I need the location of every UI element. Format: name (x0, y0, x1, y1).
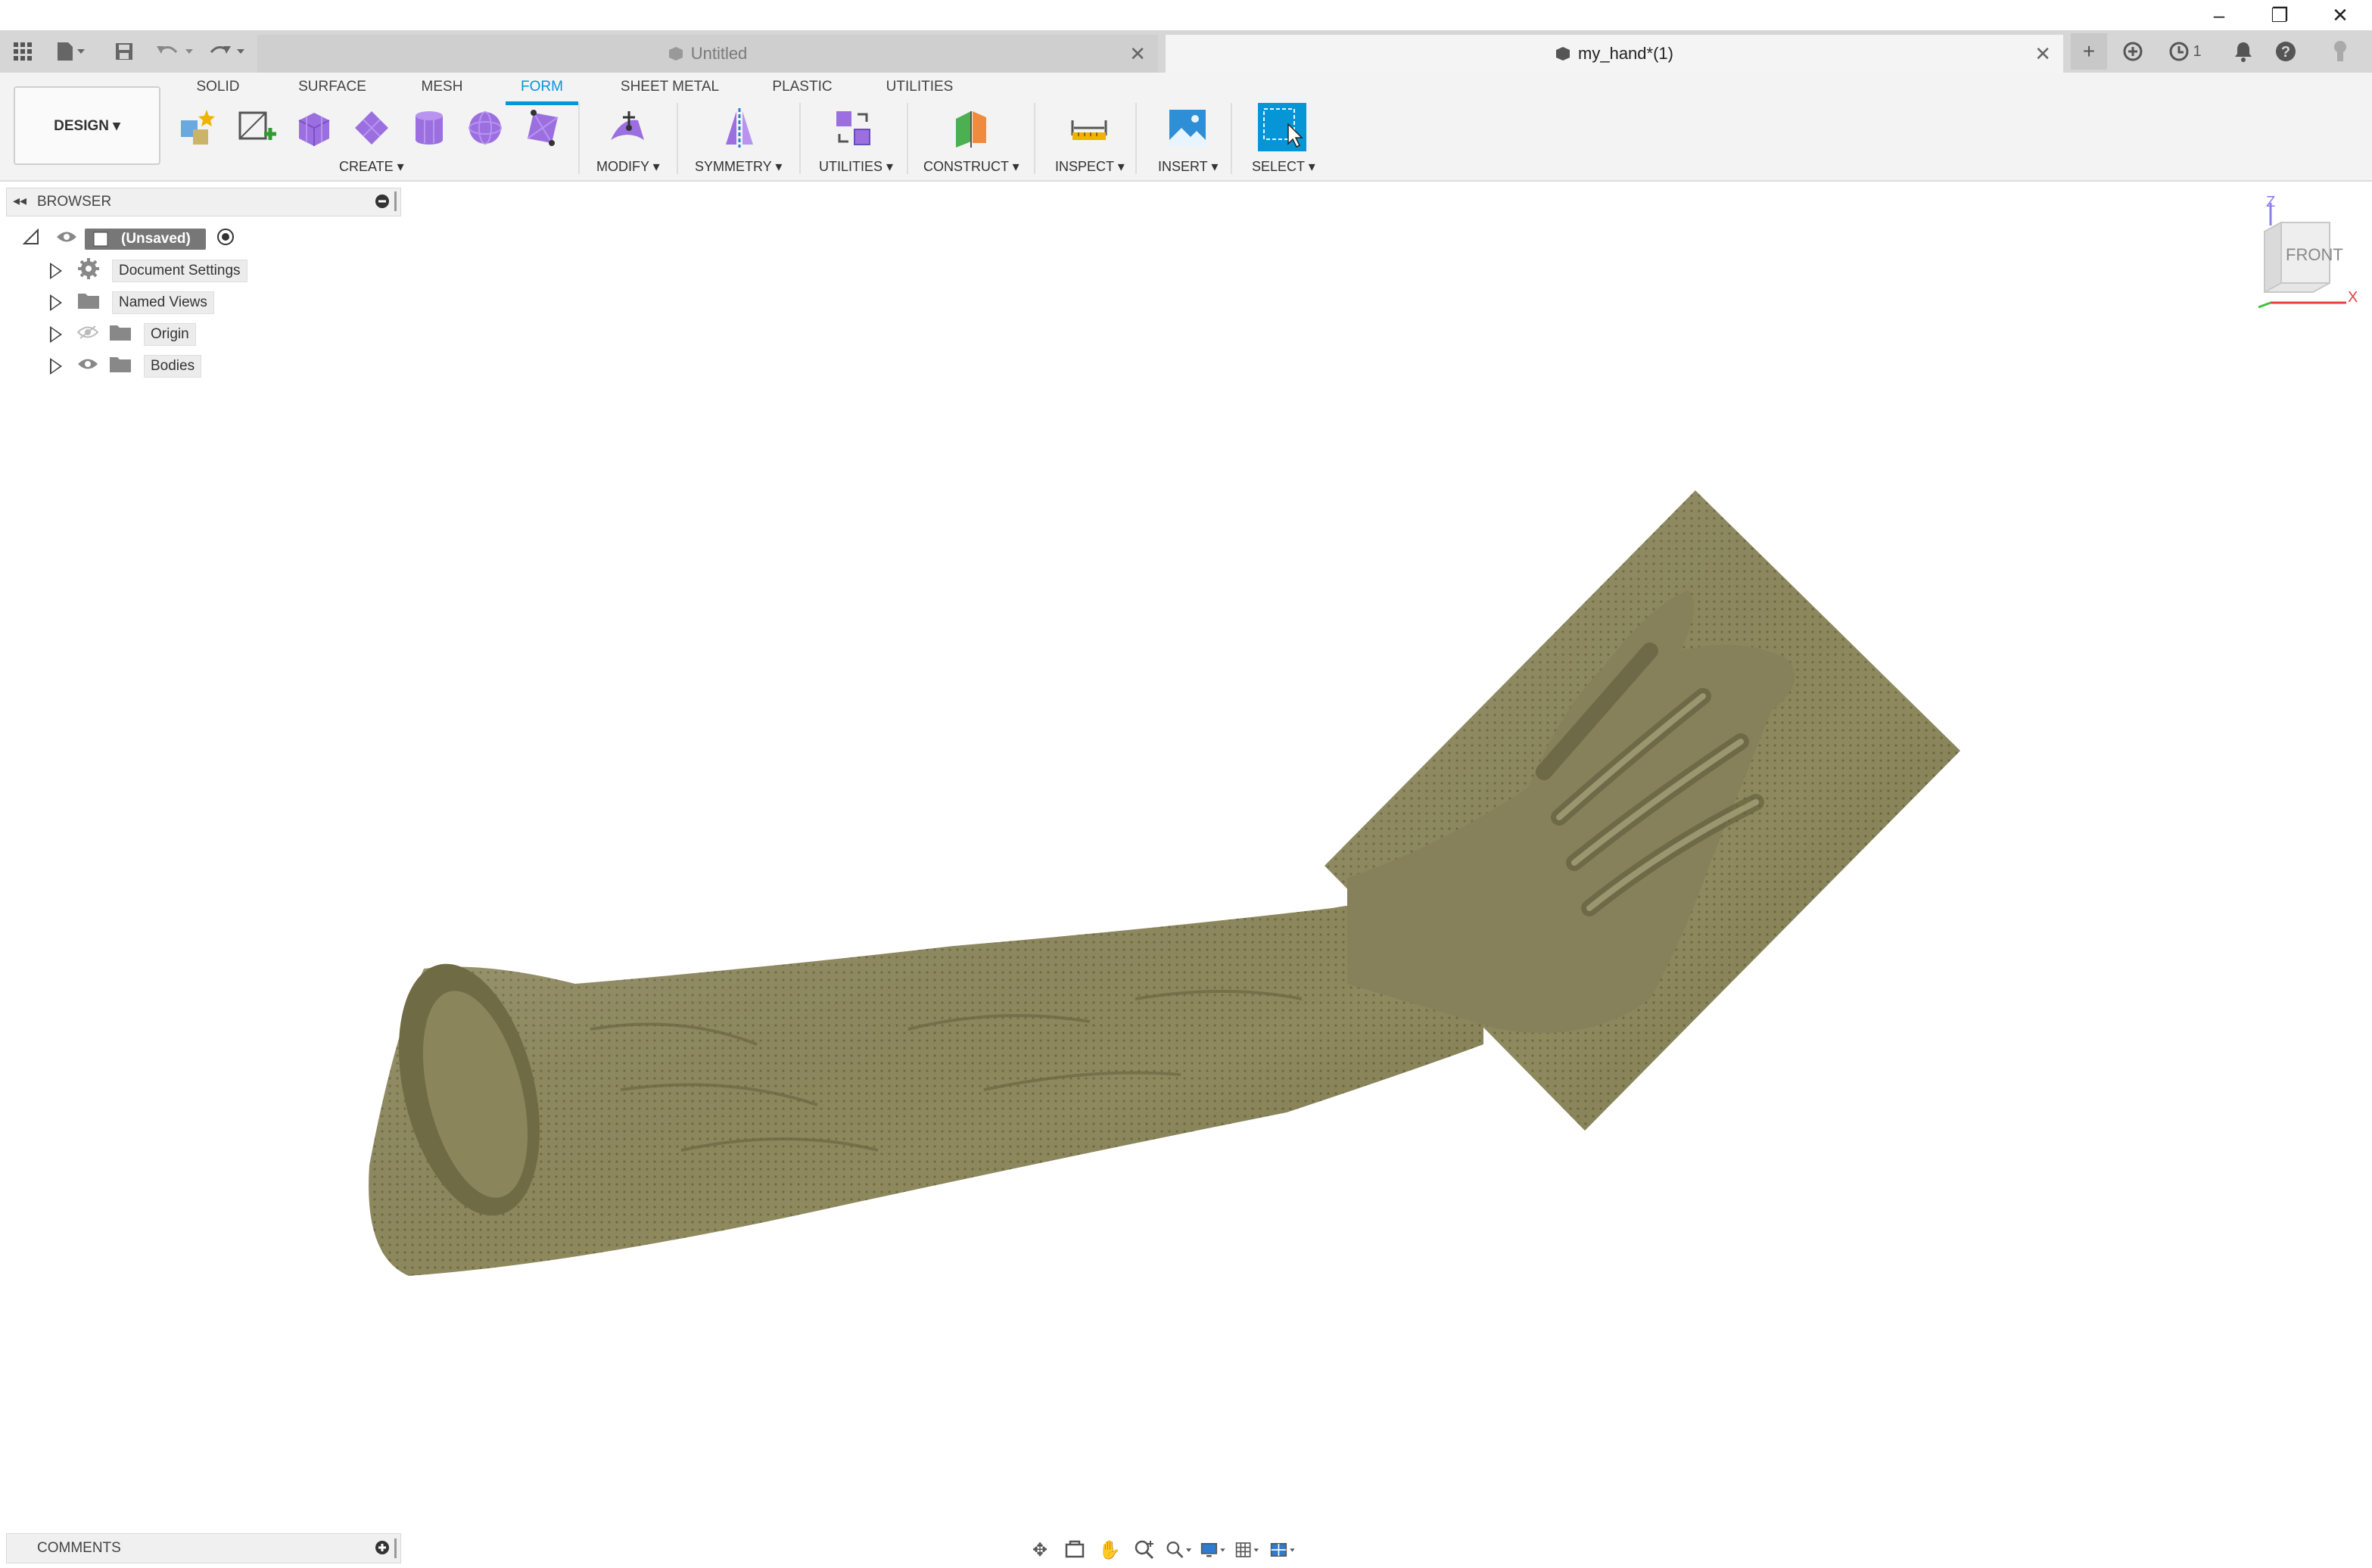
utilities-group-label[interactable]: UTILITIES ▾ (819, 159, 893, 175)
file-menu-icon[interactable] (50, 38, 92, 65)
grid-settings-icon[interactable] (1235, 1536, 1262, 1563)
tab-my-hand-label: my_hand*(1) (1578, 44, 1673, 63)
pan-hand-icon[interactable]: ✋ (1096, 1536, 1123, 1563)
tab-bar: Untitled ✕ my_hand*(1) ✕ + 1 ? (0, 30, 2372, 73)
comments-panel[interactable]: COMMENTS (6, 1533, 401, 1563)
app-grid-icon[interactable] (8, 38, 38, 65)
convert-icon[interactable] (831, 106, 875, 150)
tab-plastic[interactable]: PLASTIC (764, 79, 840, 95)
create-sketch-icon[interactable] (235, 106, 279, 150)
group-divider (1135, 103, 1137, 174)
group-divider (1231, 103, 1232, 174)
display-settings-icon[interactable] (1200, 1536, 1228, 1563)
cube-icon (1555, 46, 1570, 61)
orbit-icon[interactable]: ✥ (1026, 1536, 1054, 1563)
inspect-group-label[interactable]: INSPECT ▾ (1055, 159, 1125, 175)
panel-grip[interactable] (394, 1538, 397, 1558)
tab-surface[interactable]: SURFACE (291, 79, 374, 95)
box-icon[interactable] (292, 106, 336, 150)
symmetry-icon[interactable] (718, 106, 761, 150)
plus-circle-icon[interactable] (375, 1540, 390, 1560)
canvas-viewport[interactable] (0, 182, 2372, 1521)
tab-my-hand-close-icon[interactable]: ✕ (2034, 42, 2051, 66)
tab-my-hand[interactable]: my_hand*(1) ✕ (1166, 35, 2063, 73)
tab-utilities[interactable]: UTILITIES (878, 79, 961, 95)
job-status-icon[interactable]: 1 (2159, 36, 2212, 67)
insert-canvas-icon[interactable] (1166, 106, 1209, 150)
look-at-icon[interactable] (1061, 1536, 1088, 1563)
plane-icon[interactable] (350, 106, 394, 150)
close-button[interactable]: ✕ (2310, 0, 2370, 30)
group-divider (907, 103, 908, 174)
minimize-button[interactable]: – (2189, 0, 2249, 30)
toolbar: DESIGN ▾ SOLID SURFACE MESH FORM SHEET M… (0, 73, 2372, 182)
workspace-switcher[interactable]: DESIGN ▾ (14, 86, 160, 165)
construct-group-label[interactable]: CONSTRUCT ▾ (923, 159, 1019, 175)
new-tab-button[interactable]: + (2071, 33, 2107, 70)
select-icon[interactable] (1258, 103, 1306, 151)
undo-icon[interactable] (153, 38, 198, 65)
cylinder-icon[interactable] (407, 106, 451, 150)
tab-form[interactable]: FORM (512, 79, 572, 95)
title-bar: – ❐ ✕ (0, 0, 2372, 30)
create-group-label[interactable]: CREATE ▾ (339, 159, 404, 175)
workspace-label: DESIGN ▾ (54, 117, 120, 134)
help-icon[interactable]: ? (2268, 36, 2304, 67)
hand-mesh-model (369, 490, 1960, 1276)
svg-text:?: ? (2281, 44, 2290, 61)
group-divider (799, 103, 801, 174)
fit-zoom-icon[interactable] (1166, 1536, 1193, 1563)
redo-icon[interactable] (206, 38, 251, 65)
tab-untitled-close-icon[interactable]: ✕ (1129, 42, 1146, 66)
comments-title: COMMENTS (37, 1540, 121, 1556)
tab-untitled[interactable]: Untitled ✕ (257, 35, 1158, 73)
tab-sheet-metal[interactable]: SHEET METAL (613, 79, 727, 95)
restore-button[interactable]: ❐ (2249, 0, 2310, 30)
tab-solid[interactable]: SOLID (188, 79, 248, 95)
group-divider (578, 103, 580, 174)
group-divider (677, 103, 678, 174)
construct-plane-icon[interactable] (949, 106, 993, 150)
insert-group-label[interactable]: INSERT ▾ (1158, 159, 1218, 175)
tab-mesh[interactable]: MESH (412, 79, 472, 95)
job-count: 1 (2193, 42, 2202, 60)
zoom-icon[interactable] (1131, 1536, 1158, 1563)
save-icon[interactable] (111, 38, 138, 65)
plus-icon: + (2082, 39, 2096, 63)
user-avatar-icon[interactable] (2322, 36, 2358, 67)
select-group-label[interactable]: SELECT ▾ (1252, 159, 1315, 175)
symmetry-group-label[interactable]: SYMMETRY ▾ (695, 159, 782, 175)
viewports-icon[interactable] (1270, 1536, 1297, 1563)
active-tab-indicator (506, 101, 578, 105)
data-panel-icon[interactable] (2115, 36, 2151, 67)
group-divider (1034, 103, 1035, 174)
cube-icon (668, 46, 683, 61)
modify-group-label[interactable]: MODIFY ▾ (596, 159, 660, 175)
notifications-icon[interactable] (2225, 36, 2261, 67)
tab-untitled-label: Untitled (690, 44, 748, 63)
measure-icon[interactable] (1067, 106, 1111, 150)
quadball-icon[interactable] (521, 106, 565, 150)
create-form-icon[interactable] (176, 106, 219, 150)
navigation-bar: ✥ ✋ (1026, 1535, 1344, 1565)
sphere-icon[interactable] (463, 106, 507, 150)
edit-form-icon[interactable] (605, 106, 649, 150)
